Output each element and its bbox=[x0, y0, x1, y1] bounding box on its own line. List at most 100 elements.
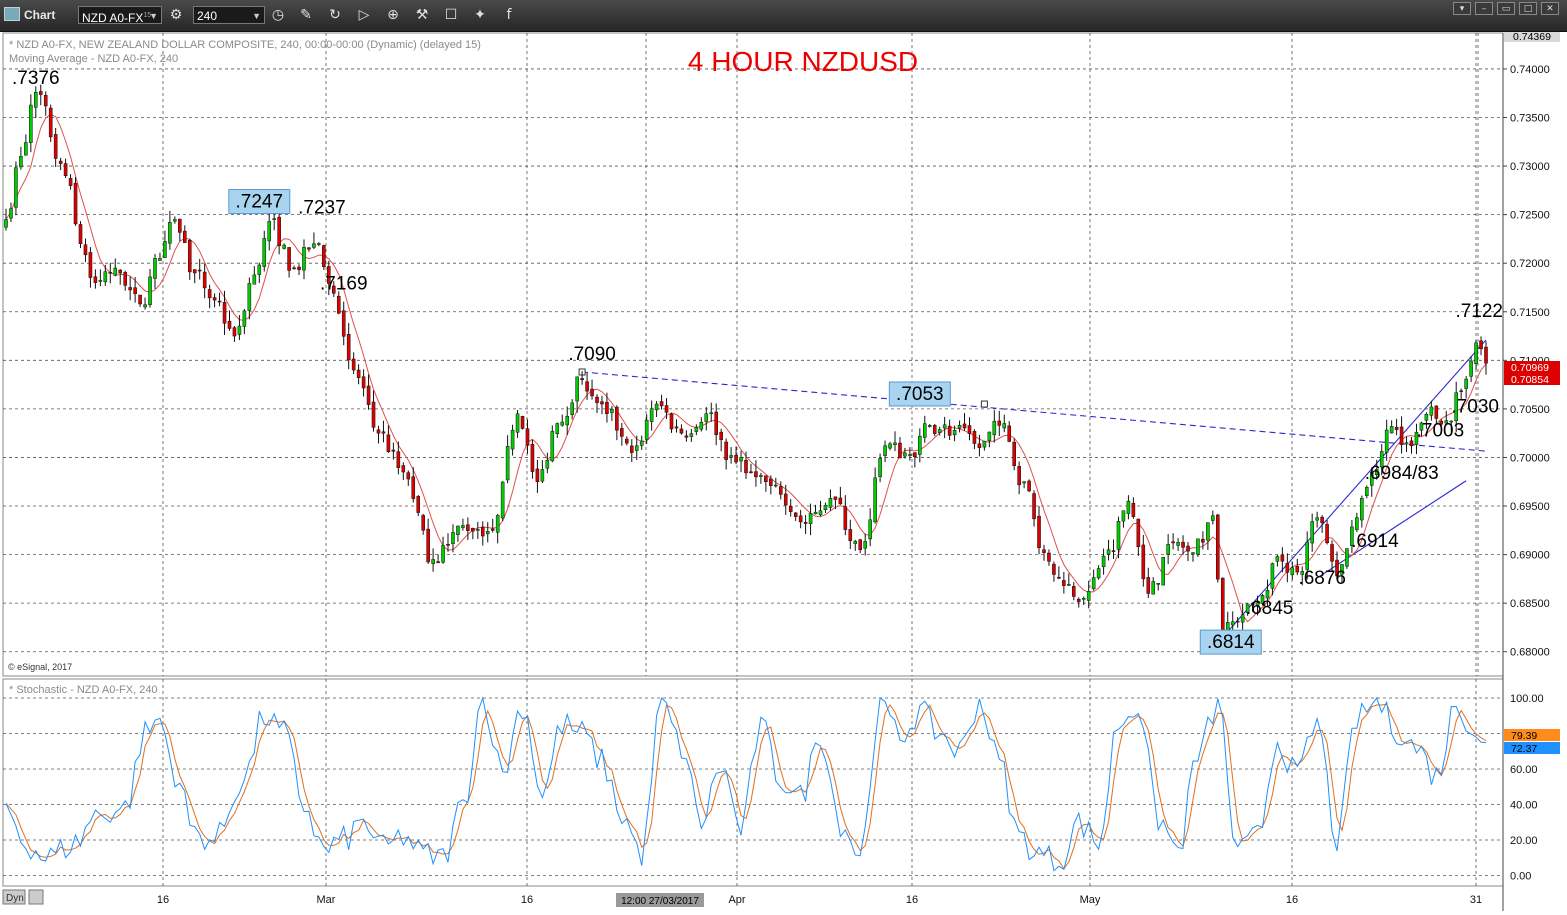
candle-body bbox=[674, 426, 679, 429]
candle-body bbox=[595, 396, 599, 403]
candle-body bbox=[1365, 487, 1369, 496]
candle-body bbox=[888, 443, 892, 449]
minimize-button[interactable]: – bbox=[1475, 2, 1493, 15]
date-tick-label: 31 bbox=[1470, 894, 1482, 906]
candle-body bbox=[1156, 583, 1161, 585]
candle-body bbox=[252, 274, 257, 285]
candle-body bbox=[1136, 518, 1141, 548]
candle-body bbox=[1037, 515, 1041, 549]
candle-body bbox=[1345, 548, 1349, 567]
candle-body bbox=[173, 219, 177, 222]
candle-body bbox=[659, 401, 664, 407]
candle-body bbox=[1484, 346, 1488, 364]
candle-body bbox=[1320, 516, 1324, 523]
interval-input[interactable]: 240 ▼ bbox=[193, 6, 265, 24]
stoch-tick-label: 100.00 bbox=[1510, 693, 1544, 705]
candle-body bbox=[535, 468, 540, 482]
chevron-down-icon[interactable]: ▼ bbox=[149, 7, 158, 25]
candle-body bbox=[644, 419, 649, 440]
candle-body bbox=[1106, 549, 1111, 555]
candle-body bbox=[1285, 563, 1290, 573]
tools-icon[interactable]: ⚒ bbox=[412, 5, 432, 25]
price-tick-label: 0.73500 bbox=[1510, 113, 1550, 125]
facebook-icon[interactable]: f bbox=[499, 5, 519, 25]
candle-body bbox=[947, 425, 952, 436]
candle-body bbox=[649, 408, 654, 422]
comment-icon[interactable]: ☐ bbox=[441, 5, 461, 25]
candle-body bbox=[744, 459, 748, 474]
candle-body bbox=[664, 405, 669, 413]
candle-body bbox=[1146, 577, 1151, 594]
candle-body bbox=[391, 449, 396, 452]
candle-body bbox=[1176, 542, 1180, 546]
candle-body bbox=[451, 532, 455, 545]
candle-body bbox=[63, 163, 68, 177]
restore-button[interactable]: ▭ bbox=[1497, 2, 1515, 15]
close-button[interactable]: ✕ bbox=[1541, 2, 1559, 15]
draw-pencil-icon[interactable]: ✎ bbox=[296, 5, 316, 25]
candle-body bbox=[1305, 541, 1309, 570]
candle-body bbox=[1067, 584, 1071, 586]
play-icon[interactable]: ▷ bbox=[354, 5, 374, 25]
twitter-icon[interactable]: ✦ bbox=[470, 5, 490, 25]
candle-body bbox=[386, 434, 391, 452]
candle-body bbox=[1206, 522, 1210, 541]
candle-body bbox=[1161, 557, 1165, 586]
candle-body bbox=[366, 385, 371, 405]
candle-body bbox=[1042, 549, 1046, 553]
interval-clock-icon[interactable]: ◷ bbox=[268, 5, 288, 25]
window-menu-button[interactable]: ▾ bbox=[1453, 2, 1471, 15]
price-tick-label: 0.68000 bbox=[1510, 647, 1550, 659]
candle-body bbox=[307, 247, 311, 250]
date-tick-label: Mar bbox=[317, 894, 336, 906]
candle-body bbox=[1459, 390, 1463, 392]
candle-body bbox=[153, 258, 157, 279]
candle-body bbox=[1280, 554, 1285, 562]
candle-body bbox=[282, 244, 286, 249]
symbol-input[interactable]: NZD A0-FX15 ▼ bbox=[78, 6, 162, 25]
candle-body bbox=[93, 276, 98, 283]
candle-body bbox=[476, 529, 480, 531]
chart-svg[interactable]: .7376 .7247 .7237 .7169 .7090 .7053 .6814 .6845… bbox=[0, 0, 1567, 915]
candle-body bbox=[1086, 591, 1091, 601]
candle-body bbox=[580, 378, 584, 381]
candle-body bbox=[272, 218, 276, 220]
dyn-toggle-button[interactable] bbox=[28, 889, 44, 905]
candle-body bbox=[783, 493, 788, 506]
settings-icon[interactable]: ⚙ bbox=[166, 5, 186, 25]
candle-body bbox=[1230, 621, 1235, 626]
candle-body bbox=[615, 406, 619, 431]
refresh-icon[interactable]: ↻ bbox=[325, 5, 345, 25]
candle-body bbox=[4, 219, 8, 228]
stoch-tick-label: 40.00 bbox=[1510, 800, 1538, 812]
candle-body bbox=[138, 294, 142, 305]
candle-body bbox=[585, 381, 589, 392]
candle-body bbox=[1121, 510, 1126, 522]
candle-body bbox=[764, 475, 768, 482]
price-annotation: .7376 bbox=[12, 68, 60, 89]
candle-body bbox=[277, 216, 281, 247]
candle-body bbox=[406, 472, 411, 480]
candle-body bbox=[78, 224, 83, 245]
chart-app-icon bbox=[4, 7, 20, 21]
candle-body bbox=[729, 455, 733, 458]
candle-body bbox=[14, 167, 18, 208]
candle-body bbox=[267, 221, 272, 242]
trend-handle[interactable] bbox=[980, 400, 988, 408]
candle-body bbox=[868, 519, 872, 540]
moving-average-label: Moving Average - NZD A0-FX, 240 bbox=[9, 53, 178, 65]
candle-body bbox=[1201, 538, 1205, 543]
candle-body bbox=[1474, 342, 1478, 365]
candle-body bbox=[759, 475, 763, 477]
zoom-icon[interactable]: ⊕ bbox=[383, 5, 403, 25]
stoch-tick-label: 20.00 bbox=[1510, 835, 1538, 847]
candle-body bbox=[24, 142, 28, 156]
candle-body bbox=[1409, 440, 1414, 447]
candle-body bbox=[1290, 567, 1295, 575]
chart-title: 4 HOUR NZDUSD bbox=[688, 46, 918, 77]
maximize-button[interactable]: □ bbox=[1519, 2, 1537, 15]
candle-body bbox=[361, 376, 366, 389]
candle-body bbox=[1116, 521, 1121, 550]
chevron-down-icon[interactable]: ▼ bbox=[252, 7, 261, 25]
candle-body bbox=[356, 369, 361, 378]
